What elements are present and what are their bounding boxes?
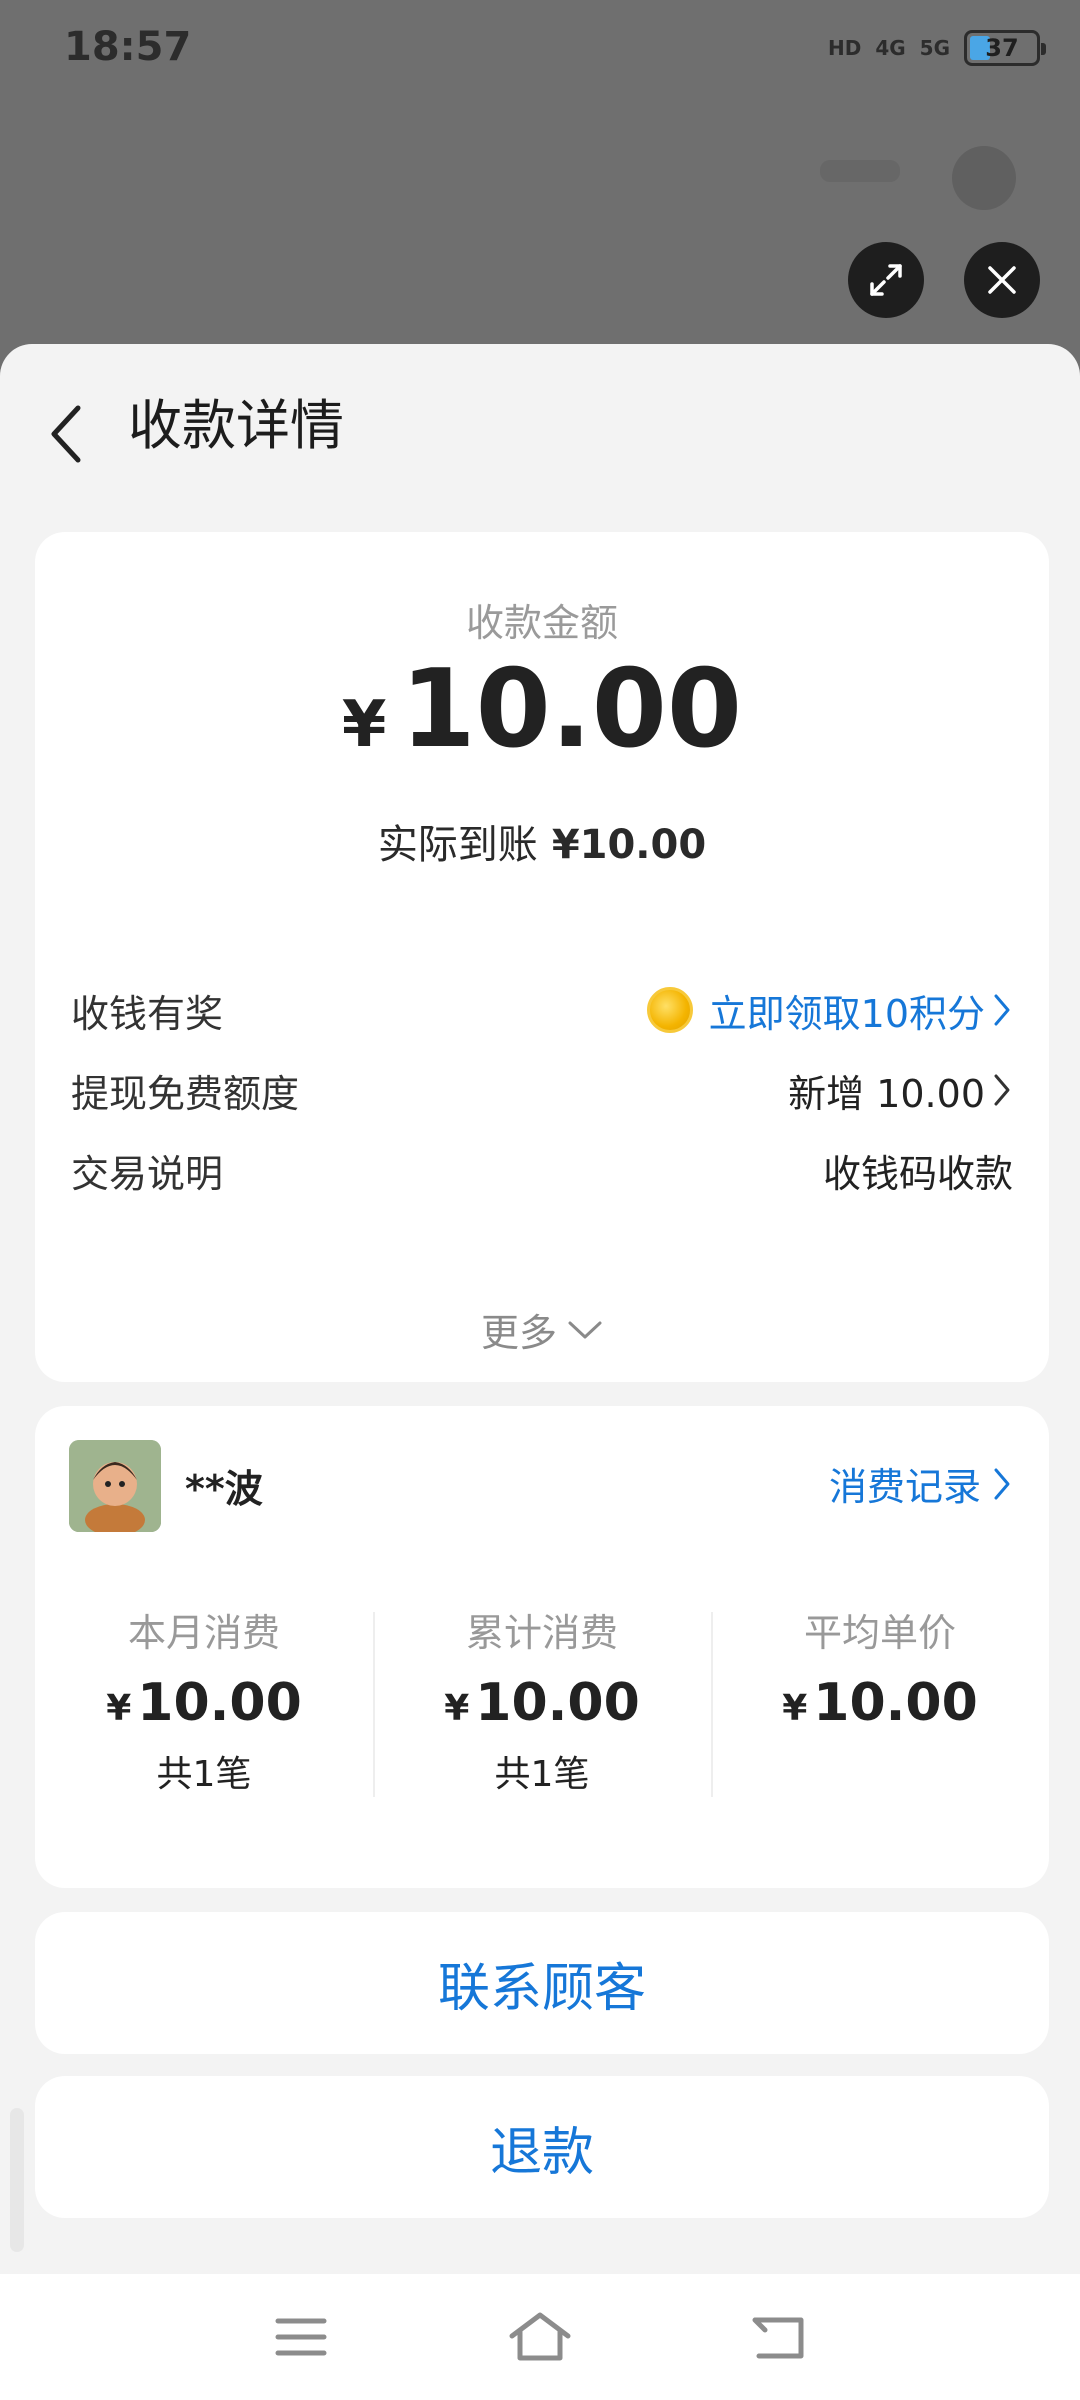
status-time: 18:57 xyxy=(64,24,192,70)
more-label: 更多 xyxy=(480,1311,557,1355)
customer-card: **波 消费记录 本月消费 ¥10.00 共1笔 累计消费 ¥10.00 共1笔… xyxy=(35,1406,1049,1888)
page-title: 收款详情 xyxy=(128,394,344,457)
menu-icon xyxy=(275,2318,327,2356)
stat-total-label: 累计消费 xyxy=(465,1611,618,1655)
back-icon xyxy=(752,2317,804,2359)
chevron-down-icon xyxy=(568,1321,602,1338)
reward-label: 收钱有奖 xyxy=(71,991,224,1036)
amount-number: 10.00 xyxy=(400,647,743,772)
signal-4g-icon: 4G xyxy=(875,36,906,60)
stat-month-label: 本月消费 xyxy=(127,1611,280,1655)
stat-month-count: 共1笔 xyxy=(156,1754,252,1795)
payment-detail-sheet: 收款详情 收款金额 ¥10.00 实际到账 ¥10.00 收钱有奖 立即领取10积… xyxy=(0,344,1080,2274)
coin-icon xyxy=(646,987,693,1033)
battery-level: 37 xyxy=(985,34,1019,62)
stat-total-value: ¥10.00 xyxy=(444,1673,640,1733)
status-bar: 18:57 HD 4G 5G 37 xyxy=(0,0,1080,100)
amount-currency: ¥ xyxy=(341,688,387,762)
more-button[interactable]: 更多 xyxy=(35,1302,1049,1357)
reward-value: 立即领取10积分 xyxy=(708,991,985,1036)
chevron-right-icon xyxy=(994,1074,1010,1106)
customer-avatar xyxy=(69,1440,161,1532)
stat-month-value: ¥10.00 xyxy=(106,1673,302,1733)
stat-month: 本月消费 ¥10.00 共1笔 xyxy=(35,1602,373,1795)
stat-average-label: 平均单价 xyxy=(803,1611,956,1655)
withdraw-quota-label: 提现免费额度 xyxy=(71,1071,300,1116)
nav-back-button[interactable] xyxy=(744,2302,814,2372)
chevron-right-icon xyxy=(994,994,1010,1026)
stat-average-value: ¥10.00 xyxy=(782,1673,978,1733)
close-icon xyxy=(988,266,1016,294)
transaction-note-row: 交易说明 收钱码收款 xyxy=(71,1140,1013,1200)
reward-row[interactable]: 收钱有奖 立即领取10积分 xyxy=(71,980,1013,1040)
back-button[interactable] xyxy=(36,394,96,474)
withdraw-quota-link[interactable]: 新增 10.00 xyxy=(788,1063,1013,1118)
sheet-header: 收款详情 xyxy=(0,344,1080,504)
consumption-stats: 本月消费 ¥10.00 共1笔 累计消费 ¥10.00 共1笔 平均单价 ¥10… xyxy=(35,1602,1049,1797)
amount-label: 收款金额 xyxy=(465,601,618,645)
nav-menu-button[interactable] xyxy=(266,2302,336,2372)
actual-received-amount: ¥10.00 xyxy=(551,822,707,868)
hd-indicator: HD xyxy=(827,36,862,60)
nav-home-button[interactable] xyxy=(505,2302,575,2372)
contact-customer-button[interactable]: 联系顾客 xyxy=(35,1912,1049,2054)
withdraw-quota-value: 新增 10.00 xyxy=(788,1071,985,1116)
consumption-records-link[interactable]: 消费记录 xyxy=(829,1456,1013,1511)
reward-link[interactable]: 立即领取10积分 xyxy=(646,983,1013,1038)
scrollbar[interactable] xyxy=(10,2108,24,2252)
withdraw-quota-row[interactable]: 提现免费额度 新增 10.00 xyxy=(71,1060,1013,1120)
customer-name: **波 xyxy=(185,1467,263,1511)
signal-5g-icon: 5G xyxy=(919,36,950,60)
chevron-right-icon xyxy=(994,1468,1010,1499)
stat-total-count: 共1笔 xyxy=(494,1754,590,1795)
back-chevron-icon xyxy=(51,405,81,463)
amount-card: 收款金额 ¥10.00 实际到账 ¥10.00 收钱有奖 立即领取10积分 提现免… xyxy=(35,532,1049,1382)
stat-total: 累计消费 ¥10.00 共1笔 xyxy=(373,1602,711,1797)
home-icon xyxy=(509,2312,571,2361)
expand-button[interactable] xyxy=(848,242,924,318)
amount-value: ¥10.00 xyxy=(35,647,1049,772)
refund-button[interactable]: 退款 xyxy=(35,2076,1049,2218)
battery-icon: 37 xyxy=(964,30,1046,66)
stat-average: 平均单价 ¥10.00 xyxy=(711,1602,1049,1797)
background-placeholder-text xyxy=(820,160,900,182)
consumption-records-label: 消费记录 xyxy=(828,1465,981,1509)
expand-icon xyxy=(870,264,902,296)
close-button[interactable] xyxy=(964,242,1040,318)
transaction-note-value: 收钱码收款 xyxy=(822,1151,1013,1196)
background-avatar xyxy=(952,146,1016,210)
actual-received-label: 实际到账 xyxy=(377,822,538,868)
status-indicators: HD 4G 5G 37 xyxy=(827,30,1046,66)
system-nav-bar xyxy=(0,2274,1080,2400)
actual-received: 实际到账 ¥10.00 xyxy=(35,812,1049,870)
transaction-note-label: 交易说明 xyxy=(71,1151,224,1196)
